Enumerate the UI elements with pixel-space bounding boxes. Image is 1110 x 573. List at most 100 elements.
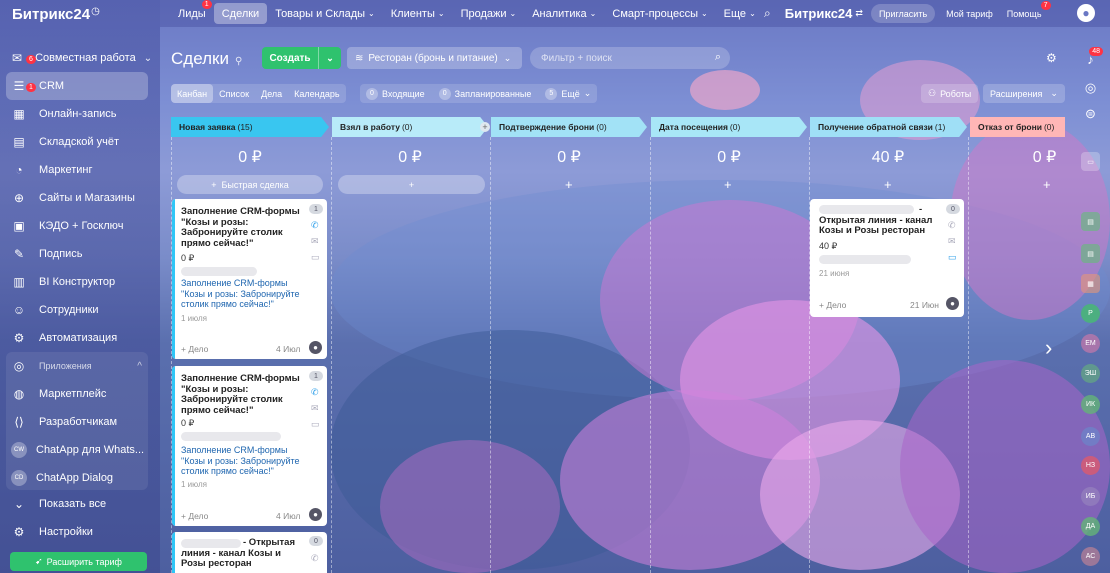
chat-icon[interactable]: ▭	[948, 252, 957, 263]
chat-icon[interactable]: ▭	[1081, 152, 1100, 171]
invite-button[interactable]: Пригласить	[870, 4, 936, 23]
sidebar-item-marketplace[interactable]: ◍ Маркетплейс	[6, 380, 148, 408]
contact-card-icon[interactable]: ▤	[1081, 244, 1100, 263]
mail-icon[interactable]: ✉	[311, 403, 319, 414]
stage-header-new[interactable]: Новая заявка (15)	[171, 117, 329, 137]
contact-card-icon[interactable]: ▤	[1081, 212, 1100, 231]
user-avatar[interactable]: Р	[1081, 304, 1100, 323]
sidebar-item-chatapp-whatsapp[interactable]: CW ChatApp для Whats...	[6, 436, 148, 464]
mail-icon[interactable]: ✉	[311, 236, 319, 247]
tab-leads[interactable]: Лиды 1	[170, 0, 214, 24]
bell-icon[interactable]: ♪ 48	[1081, 47, 1103, 69]
my-tariff-button[interactable]: Мой тариф	[943, 4, 996, 23]
sidebar-item-collaboration[interactable]: ✉ 6 Совместная работа ⌄	[6, 44, 152, 72]
counter-planned[interactable]: 0 Запланированные	[438, 87, 531, 100]
deal-card[interactable]: Заполнение CRM-формы "Козы и розы: Забро…	[172, 199, 327, 359]
view-calendar[interactable]: Календарь	[288, 84, 345, 103]
view-list[interactable]: Список	[213, 84, 255, 103]
stage-header-feedback[interactable]: Получение обратной связи (1)	[810, 117, 967, 137]
show-all-button[interactable]: ⌄ Показать все	[6, 490, 148, 518]
deal-title[interactable]: Заполнение CRM-формы "Козы и розы: Забро…	[181, 373, 306, 416]
stage-header-rejected[interactable]: Отказ от брони (0)	[970, 117, 1065, 137]
deal-source-link[interactable]: Заполнение CRM-формы "Козы и розы: Забро…	[181, 445, 311, 477]
tab-smart-processes[interactable]: Смарт-процессы ⌄	[604, 3, 715, 24]
stage-header-in-progress[interactable]: Взял в работу (0)	[332, 117, 488, 137]
tab-sales[interactable]: Продажи ⌄	[453, 3, 525, 24]
view-activities[interactable]: Дела	[255, 84, 288, 103]
extensions-button[interactable]: Расширения ⌄	[983, 84, 1065, 103]
settings-button[interactable]: ⚙ Настройки	[6, 518, 148, 546]
sidebar-item-sites[interactable]: ⊕ Сайты и Магазины	[6, 184, 148, 212]
user-avatar[interactable]: ●	[309, 508, 322, 521]
phone-icon[interactable]: ✆	[311, 387, 319, 398]
sidebar-item-bi[interactable]: ▥ BI Конструктор	[6, 268, 148, 296]
user-avatar[interactable]: ЭШ	[1081, 364, 1100, 383]
funnel-selector[interactable]: ≋ Ресторан (бронь и питание) ⌄	[347, 47, 522, 69]
user-avatar[interactable]: ЕМ	[1081, 334, 1100, 353]
deal-source-link[interactable]: Заполнение CRM-формы "Козы и розы: Забро…	[181, 278, 311, 310]
scroll-right-icon[interactable]: ›	[1045, 335, 1052, 361]
user-avatar[interactable]: НЗ	[1081, 456, 1100, 475]
user-avatar[interactable]: ●	[309, 341, 322, 354]
deal-title[interactable]: Заполнение CRM-формы "Козы и розы: Забро…	[181, 206, 306, 249]
apps-section-toggle[interactable]: ◎ Приложения ^	[6, 352, 148, 380]
user-avatar[interactable]: АС	[1081, 547, 1100, 566]
upgrade-tariff-button[interactable]: ➹ Расширить тариф	[10, 552, 147, 571]
plus-icon[interactable]: +	[724, 177, 732, 192]
sidebar-item-chatapp-dialog[interactable]: CD ChatApp Dialog	[6, 464, 148, 492]
search-chat-icon[interactable]: ⊜	[1081, 104, 1100, 123]
phone-icon[interactable]: ✆	[311, 220, 319, 231]
deal-card[interactable]: - Открытая линия - канал Козы и Розы рес…	[172, 532, 327, 573]
mail-icon[interactable]: ✉	[948, 236, 956, 247]
create-button[interactable]: Создать ⌄	[262, 47, 341, 69]
user-avatar[interactable]: ●	[1077, 4, 1095, 22]
sidebar-item-employees[interactable]: ☺ Сотрудники	[6, 296, 148, 324]
user-avatar[interactable]: ●	[946, 297, 959, 310]
tab-more[interactable]: Еще ⌄	[716, 3, 764, 24]
stage-header-visit-date[interactable]: Дата посещения (0)	[651, 117, 807, 137]
help-button[interactable]: Помощь 7	[1004, 1, 1051, 23]
counter-more[interactable]: 5 Ещё ⌄	[545, 87, 591, 100]
deal-card[interactable]: - Открытая линия - канал Козы и Розы рес…	[810, 199, 964, 317]
search-icon[interactable]: ⌕	[764, 6, 771, 21]
deal-card[interactable]: Заполнение CRM-формы "Козы и розы: Забро…	[172, 366, 327, 526]
robots-button[interactable]: ⚇ Роботы	[921, 84, 979, 103]
bitrix24-logo[interactable]: Битрикс24◷	[12, 6, 100, 23]
user-avatar[interactable]: ДА	[1081, 517, 1100, 536]
add-activity-link[interactable]: + Дело	[819, 300, 846, 310]
user-avatar[interactable]: АВ	[1081, 427, 1100, 446]
gear-icon[interactable]: ⚙	[1046, 51, 1057, 65]
view-kanban[interactable]: Канбан	[171, 84, 214, 103]
pin-icon[interactable]: ⚲	[235, 56, 242, 67]
deal-title[interactable]: - Открытая линия - канал Козы и Розы рес…	[181, 537, 306, 570]
add-activity-link[interactable]: + Дело	[181, 344, 208, 354]
plus-icon[interactable]: +	[565, 177, 573, 192]
plus-icon[interactable]: +	[1043, 177, 1051, 192]
calendar-icon[interactable]: ▦	[1081, 274, 1100, 293]
filter-search-input[interactable]: Фильтр + поиск ⌕	[530, 47, 730, 69]
chat-icon[interactable]: ▭	[311, 419, 320, 430]
tab-deals[interactable]: Сделки	[213, 3, 268, 24]
counter-incoming[interactable]: 0 Входящие	[366, 87, 425, 100]
sidebar-item-warehouse[interactable]: ▤ Складской учёт	[6, 128, 148, 156]
quick-deal-button[interactable]: + Быстрая сделка	[177, 175, 323, 194]
deal-title[interactable]: - Открытая линия - канал Козы и Розы рес…	[819, 204, 944, 237]
user-avatar[interactable]: ИБ	[1081, 487, 1100, 506]
plus-icon[interactable]: +	[884, 177, 892, 192]
sidebar-item-marketing[interactable]: ◔ Маркетинг	[6, 156, 148, 184]
user-avatar[interactable]: ИК	[1081, 395, 1100, 414]
sidebar-item-automation[interactable]: ⚙ Автоматизация	[6, 324, 148, 352]
sidebar-item-signature[interactable]: ✎ Подпись	[6, 240, 148, 268]
tab-analytics[interactable]: Аналитика ⌄	[524, 3, 604, 24]
sidebar-item-kedo[interactable]: ▣ КЭДО + Госключ	[6, 212, 148, 240]
add-deal-button[interactable]: +	[338, 175, 485, 194]
switch-icon[interactable]: ⇄	[855, 8, 863, 19]
stage-header-confirmation[interactable]: Подтверждение брони (0)	[491, 117, 647, 137]
tab-clients[interactable]: Клиенты ⌄	[383, 3, 453, 24]
search-icon[interactable]: ⌕	[715, 51, 721, 64]
tab-products[interactable]: Товары и Склады ⌄	[267, 3, 383, 24]
add-activity-link[interactable]: + Дело	[181, 511, 208, 521]
add-stage-icon[interactable]: +	[480, 122, 490, 132]
sidebar-item-crm[interactable]: ☰ 1 CRM	[6, 72, 148, 100]
target-icon[interactable]: ◎	[1081, 78, 1100, 97]
